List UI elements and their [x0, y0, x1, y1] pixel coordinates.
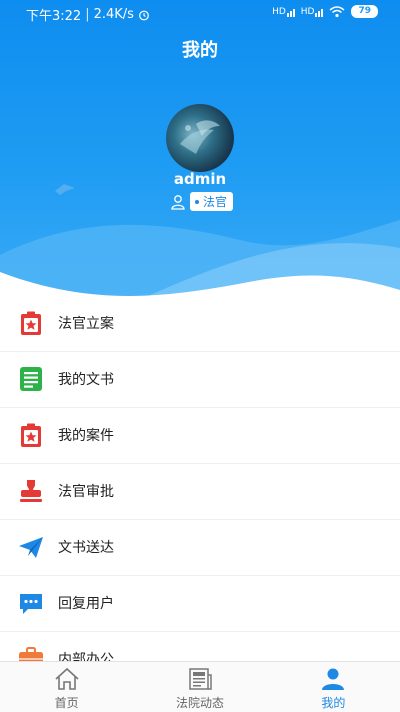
menu-item-judge-filing[interactable]: 法官立案 — [0, 296, 400, 352]
tab-home[interactable]: 首页 — [0, 662, 133, 712]
signal-2-label: HD — [300, 6, 315, 17]
bottom-tab-bar: 首页 法院动态 我的 — [0, 661, 400, 712]
profile-header: 下午3:22 | 2.4K/s HD HD 79 我的 admin 法官 — [0, 0, 400, 300]
avatar-image — [180, 120, 220, 154]
signal-icon: HD — [272, 7, 295, 17]
paper-plane-icon — [19, 537, 43, 558]
menu-list: 法官立案 我的文书 我的案件 法官审批 文书送达 回复用户 内部办公 — [0, 296, 400, 688]
status-bar: 下午3:22 | 2.4K/s HD HD 79 — [0, 0, 400, 26]
tab-label: 我的 — [321, 696, 346, 710]
tab-court-news[interactable]: 法院动态 — [133, 662, 266, 712]
user-icon — [322, 668, 345, 690]
tab-me[interactable]: 我的 — [267, 662, 400, 712]
menu-item-judge-approval[interactable]: 法官审批 — [0, 464, 400, 520]
menu-item-label: 我的文书 — [58, 372, 114, 388]
signal-1-label: HD — [272, 6, 286, 17]
newspaper-icon — [189, 668, 212, 690]
menu-item-label: 法官审批 — [58, 484, 114, 500]
tab-label: 法院动态 — [175, 696, 224, 710]
battery-icon: 79 — [351, 5, 378, 18]
clipboard-star-icon — [21, 423, 41, 447]
role-label: 法官 — [203, 195, 228, 209]
avatar[interactable] — [166, 104, 234, 172]
menu-item-my-documents[interactable]: 我的文书 — [0, 352, 400, 408]
status-net-speed: 2.4K/s — [93, 7, 134, 22]
menu-item-document-delivery[interactable]: 文书送达 — [0, 520, 400, 576]
tab-label: 首页 — [54, 696, 79, 710]
document-lines-icon — [20, 367, 42, 391]
badge-dot — [195, 199, 199, 204]
bird-decoration-icon — [55, 184, 75, 195]
role-badge: 法官 — [190, 192, 234, 211]
menu-item-label: 法官立案 — [58, 316, 114, 332]
signal-2-icon: HD — [301, 7, 324, 17]
menu-item-label: 我的案件 — [58, 428, 114, 444]
wave-decoration — [0, 220, 400, 300]
menu-item-reply-users[interactable]: 回复用户 — [0, 576, 400, 632]
wifi-icon — [329, 5, 345, 17]
chat-bubble-icon — [20, 594, 42, 614]
menu-item-label: 回复用户 — [58, 596, 114, 612]
menu-item-label: 文书送达 — [58, 540, 114, 556]
stamp-icon — [20, 480, 42, 502]
clipboard-star-icon — [21, 311, 41, 335]
alarm-icon — [139, 10, 149, 20]
menu-item-my-cases[interactable]: 我的案件 — [0, 408, 400, 464]
status-time: 下午3:22 — [26, 9, 82, 24]
home-icon — [55, 667, 79, 690]
judge-icon — [171, 194, 185, 210]
role-row: 法官 — [170, 192, 234, 211]
page-title: 我的 — [182, 40, 218, 61]
